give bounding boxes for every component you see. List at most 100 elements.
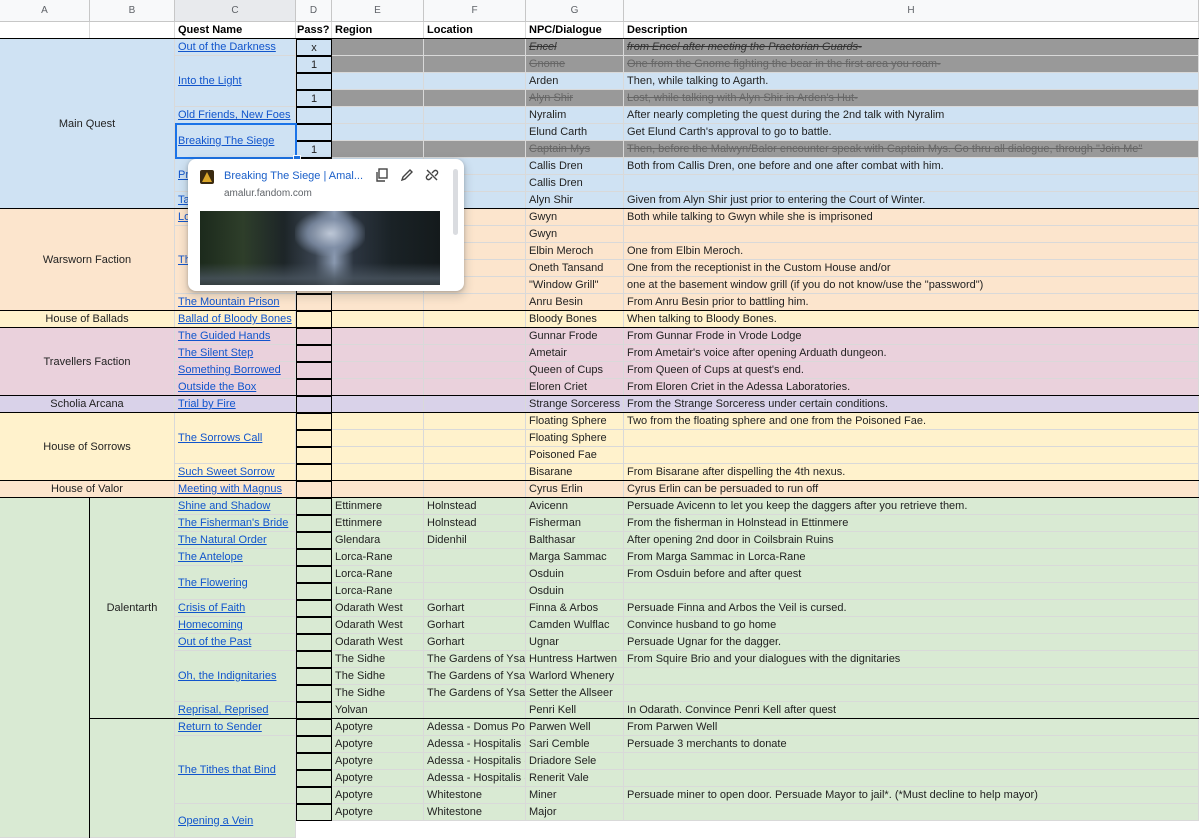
region-cell[interactable] — [332, 481, 424, 498]
region-cell[interactable]: Odarath West — [332, 634, 424, 651]
location-cell[interactable] — [424, 447, 526, 464]
quest-link[interactable]: The Tithes that Bind — [178, 762, 276, 778]
quest-link[interactable]: Old Friends, New Foes — [178, 107, 290, 123]
npc-cell[interactable]: Ametair — [526, 345, 624, 362]
header-cell-a[interactable] — [0, 22, 90, 39]
region-cell[interactable]: Odarath West — [332, 617, 424, 634]
quest-cell[interactable]: Out of the Past — [175, 634, 296, 651]
pass-cell[interactable] — [296, 566, 332, 583]
quest-link[interactable]: The Antelope — [178, 549, 243, 565]
pass-cell[interactable] — [296, 515, 332, 532]
group-label[interactable]: House of Ballads — [0, 311, 175, 328]
group-cell-blank[interactable] — [0, 498, 90, 838]
quest-link[interactable]: The Flowering — [178, 575, 248, 591]
header-location[interactable]: Location — [424, 22, 526, 39]
description-cell[interactable]: From Ametair's voice after opening Ardua… — [624, 345, 1199, 362]
region-cell[interactable]: Glendara — [332, 532, 424, 549]
npc-cell[interactable]: Alyn Shir — [526, 90, 624, 107]
description-cell[interactable] — [624, 175, 1199, 192]
pass-cell[interactable] — [296, 294, 332, 311]
quest-link[interactable]: Something Borrowed — [178, 362, 281, 378]
location-cell[interactable] — [424, 124, 526, 141]
group-label[interactable]: Travellers Faction — [0, 328, 175, 396]
npc-cell[interactable]: Renerit Vale — [526, 770, 624, 787]
region-cell[interactable]: The Sidhe — [332, 685, 424, 702]
npc-cell[interactable]: Osduin — [526, 583, 624, 600]
description-cell[interactable]: From Eloren Criet in the Adessa Laborato… — [624, 379, 1199, 396]
location-cell[interactable] — [424, 90, 526, 107]
description-cell[interactable]: Then, while talking to Agarth. — [624, 73, 1199, 90]
pass-cell[interactable]: 1 — [296, 56, 332, 73]
location-cell[interactable] — [424, 464, 526, 481]
region-cell[interactable]: Odarath West — [332, 600, 424, 617]
region-cell[interactable] — [332, 56, 424, 73]
column-header-f[interactable]: F — [424, 0, 526, 22]
quest-link[interactable]: Into the Light — [178, 73, 242, 89]
npc-cell[interactable]: Gnome — [526, 56, 624, 73]
pass-cell[interactable] — [296, 668, 332, 685]
quest-cell[interactable]: The Antelope — [175, 549, 296, 566]
copy-icon[interactable] — [374, 168, 390, 184]
location-cell[interactable] — [424, 583, 526, 600]
location-cell[interactable] — [424, 430, 526, 447]
region-cell[interactable] — [332, 430, 424, 447]
column-header-g[interactable]: G — [526, 0, 624, 22]
description-cell[interactable] — [624, 447, 1199, 464]
location-cell[interactable] — [424, 549, 526, 566]
quest-cell[interactable]: Into the Light — [175, 56, 296, 107]
region-cell[interactable] — [332, 345, 424, 362]
quest-link[interactable]: Breaking The Siege — [178, 133, 274, 149]
description-cell[interactable] — [624, 753, 1199, 770]
region-cell[interactable]: Ettinmere — [332, 498, 424, 515]
pass-cell[interactable] — [296, 651, 332, 668]
location-cell[interactable] — [424, 362, 526, 379]
pass-cell[interactable] — [296, 311, 332, 328]
npc-cell[interactable]: Encel — [526, 39, 624, 56]
header-pass[interactable]: Pass? — [296, 22, 332, 39]
npc-cell[interactable]: Ugnar — [526, 634, 624, 651]
npc-cell[interactable]: "Window Grill" — [526, 277, 624, 294]
region-cell[interactable] — [332, 141, 424, 158]
header-description[interactable]: Description — [624, 22, 1199, 39]
pass-cell[interactable] — [296, 753, 332, 770]
pass-cell[interactable]: x — [296, 39, 332, 56]
location-cell[interactable] — [424, 566, 526, 583]
description-cell[interactable]: From Bisarane after dispelling the 4th n… — [624, 464, 1199, 481]
location-cell[interactable] — [424, 73, 526, 90]
npc-cell[interactable]: Camden Wulflac — [526, 617, 624, 634]
pass-cell[interactable] — [296, 736, 332, 753]
description-cell[interactable] — [624, 770, 1199, 787]
description-cell[interactable] — [624, 583, 1199, 600]
quest-link[interactable]: Homecoming — [178, 617, 243, 633]
npc-cell[interactable]: Balthasar — [526, 532, 624, 549]
description-cell[interactable]: Persuade Finna and Arbos the Veil is cur… — [624, 600, 1199, 617]
quest-link[interactable]: Oh, the Indignitaries — [178, 668, 276, 684]
npc-cell[interactable]: Eloren Criet — [526, 379, 624, 396]
description-cell[interactable]: From Parwen Well — [624, 719, 1199, 736]
location-cell[interactable] — [424, 294, 526, 311]
location-cell[interactable] — [424, 413, 526, 430]
quest-cell[interactable]: Ballad of Bloody Bones — [175, 311, 296, 328]
npc-cell[interactable]: Nyralim — [526, 107, 624, 124]
npc-cell[interactable]: Gwyn — [526, 209, 624, 226]
npc-cell[interactable]: Miner — [526, 787, 624, 804]
quest-cell[interactable]: The Tithes that Bind — [175, 736, 296, 804]
description-cell[interactable] — [624, 226, 1199, 243]
pass-cell[interactable]: 1 — [296, 141, 332, 158]
region-cell[interactable] — [332, 464, 424, 481]
npc-cell[interactable]: Arden — [526, 73, 624, 90]
description-cell[interactable]: Persuade Avicenn to let you keep the dag… — [624, 498, 1199, 515]
description-cell[interactable]: One from Elbin Meroch. — [624, 243, 1199, 260]
location-cell[interactable]: Gorhart — [424, 617, 526, 634]
quest-link[interactable]: Out of the Past — [178, 634, 251, 650]
region-cell[interactable]: Apotyre — [332, 719, 424, 736]
npc-cell[interactable]: Bisarane — [526, 464, 624, 481]
description-cell[interactable]: from Encel after meeting the Praetorian … — [624, 39, 1199, 56]
npc-cell[interactable]: Marga Sammac — [526, 549, 624, 566]
npc-cell[interactable]: Bloody Bones — [526, 311, 624, 328]
column-header-a[interactable]: A — [0, 0, 90, 22]
location-cell[interactable] — [424, 311, 526, 328]
pass-cell[interactable] — [296, 532, 332, 549]
location-cell[interactable] — [424, 379, 526, 396]
npc-cell[interactable]: Cyrus Erlin — [526, 481, 624, 498]
